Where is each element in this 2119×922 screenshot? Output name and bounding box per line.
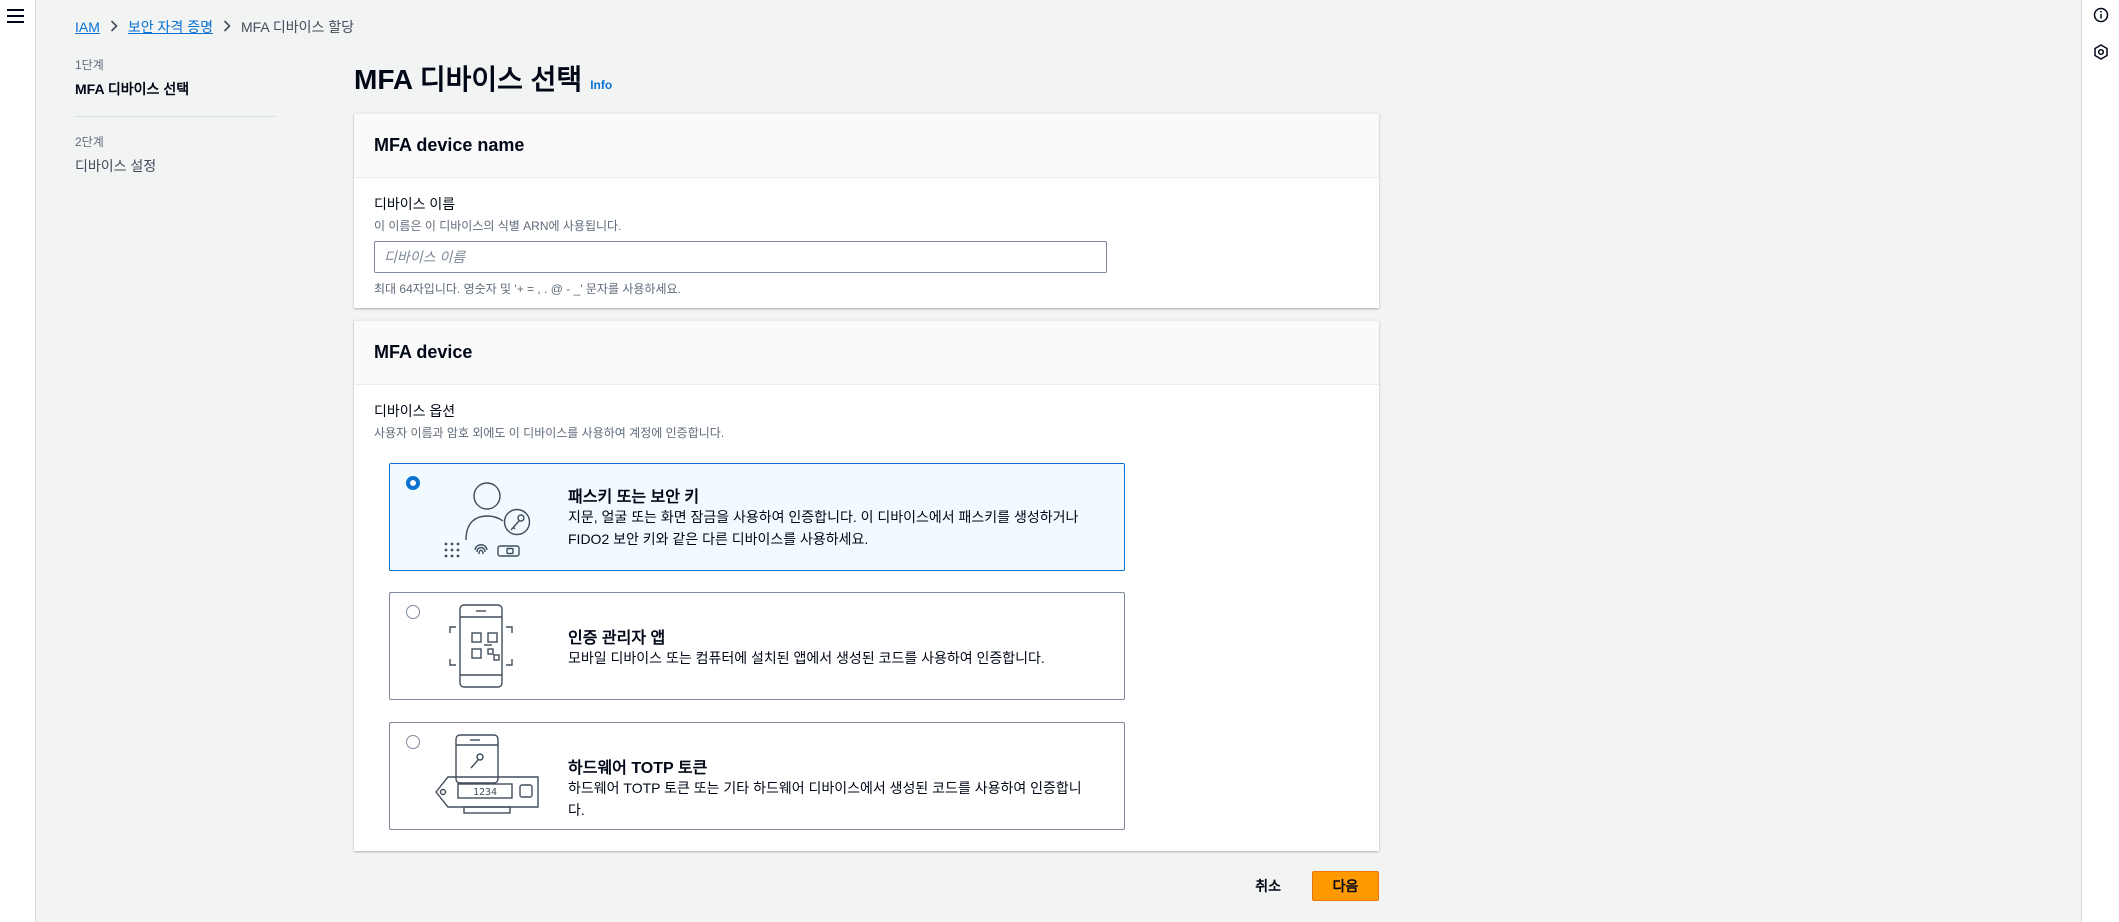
chevron-right-icon <box>223 19 231 35</box>
page-title: MFA 디바이스 선택 <box>354 64 583 95</box>
device-name-description: 이 이름은 이 디바이스의 식별 ARN에 사용됩니다. <box>374 219 622 233</box>
mfa-device-panel-body: 디바이스 옵션 사용자 이름과 암호 외에도 이 디바이스를 사용하여 계정에 … <box>354 385 1379 457</box>
mfa-device-panel-header: MFA device <box>354 321 1379 385</box>
wizard-steps: 1단계 MFA 디바이스 선택 2단계 디바이스 설정 <box>75 56 275 176</box>
page-title-row: MFA 디바이스 선택 Info <box>354 58 612 98</box>
device-name-panel-header: MFA device name <box>354 114 1379 178</box>
menu-icon[interactable] <box>7 9 24 23</box>
breadcrumb: IAM 보안 자격 증명 MFA 디바이스 할당 <box>75 17 354 37</box>
option-passkey-title: 패스키 또는 보안 키 <box>568 489 700 506</box>
left-nav-rail <box>0 0 36 922</box>
step-2-name: 디바이스 설정 <box>75 158 157 174</box>
option-passkey-description: 지문, 얼굴 또는 화면 잠금을 사용하여 인증합니다. 이 디바이스에서 패스… <box>568 509 1079 547</box>
device-name-panel-body: 디바이스 이름 이 이름은 이 디바이스의 식별 ARN에 사용됩니다. 최대 … <box>354 178 1379 313</box>
option-authenticator-title: 인증 관리자 앱 <box>568 630 666 647</box>
option-authenticator-radio[interactable] <box>406 605 420 619</box>
cancel-button[interactable]: 취소 <box>1247 871 1289 901</box>
wizard-actions: 취소 다음 <box>354 871 1379 901</box>
hardware-token-illustration-icon: 1234 <box>435 734 539 814</box>
device-options-description: 사용자 이름과 암호 외에도 이 디바이스를 사용하여 계정에 인증합니다. <box>374 426 725 440</box>
right-utility-rail <box>2081 0 2119 922</box>
device-name-input[interactable] <box>374 241 1107 273</box>
token-display-text: 1234 <box>473 787 497 798</box>
device-name-panel: MFA device name 디바이스 이름 이 이름은 이 디바이스의 식별… <box>354 113 1379 308</box>
option-passkey-radio[interactable] <box>406 476 420 490</box>
option-hardware-token[interactable]: 1234 하드웨어 TOTP 토큰 하드웨어 TOTP 토큰 또는 기타 하드웨… <box>389 722 1125 830</box>
passkey-illustration-icon <box>444 482 531 558</box>
option-hardware-token-description: 하드웨어 TOTP 토큰 또는 기타 하드웨어 디바이스에서 생성된 코드를 사… <box>568 780 1082 818</box>
option-hardware-token-radio[interactable] <box>406 735 420 749</box>
device-name-constraint: 최대 64자입니다. 영숫자 및 '+ = , . @ - _' 문자를 사용하… <box>374 282 681 296</box>
step-2-number: 2단계 <box>75 135 104 149</box>
info-circle-icon[interactable] <box>2091 5 2111 25</box>
breadcrumb-link-security-credentials[interactable]: 보안 자격 증명 <box>128 17 213 37</box>
main-area: IAM 보안 자격 증명 MFA 디바이스 할당 1단계 MFA 디바이스 선택… <box>36 0 2081 922</box>
settings-hexagon-icon[interactable] <box>2091 42 2111 62</box>
info-link[interactable]: Info <box>590 78 612 92</box>
step-1-name: MFA 디바이스 선택 <box>75 81 190 97</box>
step-divider <box>75 116 275 117</box>
option-hardware-token-title: 하드웨어 TOTP 토큰 <box>568 760 708 777</box>
mfa-device-panel: MFA device 디바이스 옵션 사용자 이름과 암호 외에도 이 디바이스… <box>354 320 1379 851</box>
option-authenticator-description: 모바일 디바이스 또는 컴퓨터에 설치된 앱에서 생성된 코드를 사용하여 인증… <box>568 650 1045 666</box>
device-name-label: 디바이스 이름 <box>374 196 456 212</box>
authenticator-app-illustration-icon <box>449 604 513 688</box>
chevron-right-icon <box>110 19 118 35</box>
device-options-label: 디바이스 옵션 <box>374 403 456 419</box>
breadcrumb-link-iam[interactable]: IAM <box>75 19 100 35</box>
option-passkey[interactable]: 패스키 또는 보안 키 지문, 얼굴 또는 화면 잠금을 사용하여 인증합니다.… <box>389 463 1125 571</box>
option-authenticator-app[interactable]: 인증 관리자 앱 모바일 디바이스 또는 컴퓨터에 설치된 앱에서 생성된 코드… <box>389 592 1125 700</box>
next-button[interactable]: 다음 <box>1312 871 1379 901</box>
breadcrumb-current: MFA 디바이스 할당 <box>240 19 355 35</box>
step-1-number: 1단계 <box>75 58 104 72</box>
